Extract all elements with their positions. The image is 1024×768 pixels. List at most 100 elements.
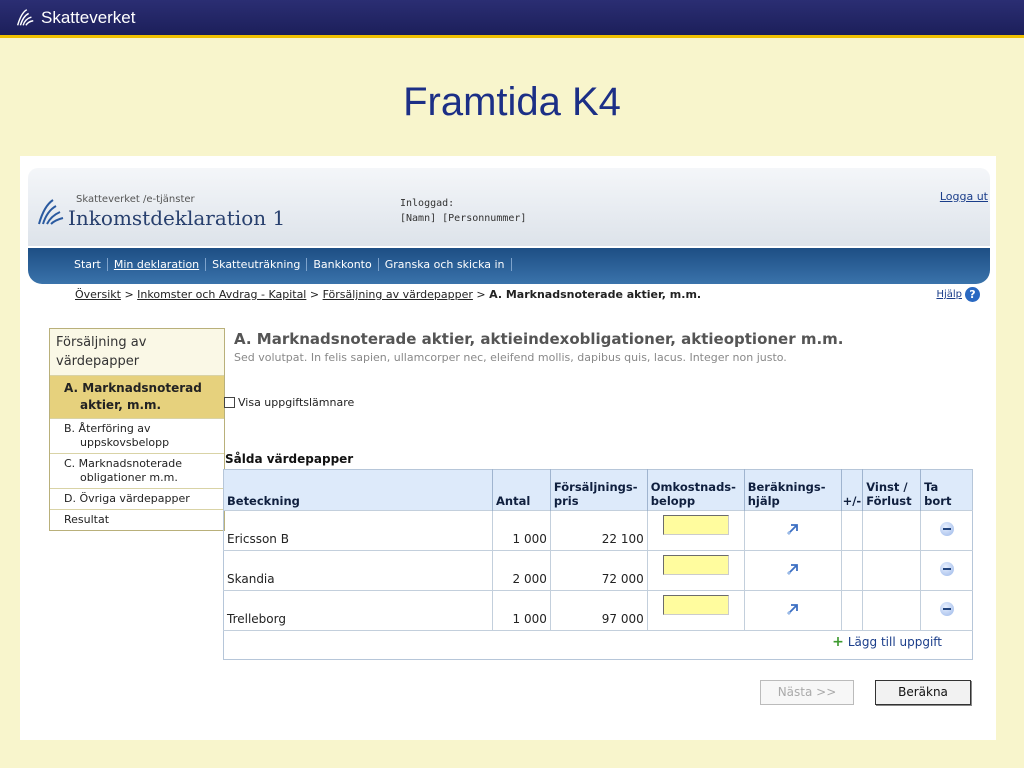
cell-antal: 1 000	[492, 590, 551, 631]
cell-pris: 22 100	[550, 510, 648, 551]
side-menu-item-line1: D. Övriga värdepapper	[64, 492, 190, 505]
logout-link[interactable]: Logga ut	[940, 190, 988, 203]
breadcrumb: Översikt > Inkomster och Avdrag - Kapita…	[75, 288, 701, 301]
cell-omkostnad	[647, 510, 745, 551]
cell-plusminus	[841, 550, 864, 591]
omkostnad-input[interactable]	[662, 595, 729, 615]
calculation-help-icon[interactable]	[785, 601, 801, 617]
cell-ta-bort	[920, 510, 973, 551]
app-screenshot: Skatteverket /e-tjänster Inkomstdeklarat…	[20, 156, 996, 740]
portal-label: Skatteverket /e-tjänster	[76, 194, 195, 205]
cell-berakningshjalp	[744, 510, 842, 551]
side-menu-item-line1: A. Marknadsnoterad	[64, 381, 202, 395]
logged-in-value: [Namn] [Personnummer]	[400, 213, 527, 224]
add-row: + Lägg till uppgift	[223, 630, 973, 660]
side-menu-item-line2: aktier, m.m.	[80, 398, 162, 412]
app-header: Skatteverket /e-tjänster Inkomstdeklarat…	[28, 168, 990, 246]
nav-item-bankkonto[interactable]: Bankkonto	[307, 258, 379, 271]
cell-pris: 97 000	[550, 590, 648, 631]
cell-omkostnad	[647, 550, 745, 591]
securities-table: Beteckning Antal Försäljnings- pris Omko…	[223, 469, 973, 660]
content-title: A. Marknadsnoterade aktier, aktieindexob…	[234, 330, 844, 348]
side-menu-item-a[interactable]: A. Marknadsnoterad aktier, m.m.	[50, 376, 224, 419]
col-header-plusminus: +/-	[841, 469, 864, 511]
breadcrumb-current: A. Marknadsnoterade aktier, m.m.	[489, 288, 702, 301]
cell-ta-bort	[920, 590, 973, 631]
help-label: Hjälp	[936, 289, 962, 300]
omkostnad-input[interactable]	[662, 515, 729, 535]
col-header-beteckning: Beteckning	[223, 469, 494, 511]
content-subtitle: Sed volutpat. In felis sapien, ullamcorp…	[234, 351, 787, 364]
col-header-omkostnad: Omkostnads- belopp	[647, 469, 745, 511]
skatteverket-emblem-icon	[16, 9, 34, 26]
remove-row-icon[interactable]	[939, 562, 954, 576]
omkostnad-input[interactable]	[662, 555, 729, 575]
col-header-pris: Försäljnings- pris	[550, 469, 648, 511]
nav-item-min-deklaration[interactable]: Min deklaration	[108, 258, 207, 271]
add-item-link[interactable]: + Lägg till uppgift	[832, 634, 942, 650]
remove-row-icon[interactable]	[939, 522, 954, 536]
breadcrumb-separator: >	[476, 288, 486, 301]
nav-item-start[interactable]: Start	[68, 258, 108, 271]
cell-plusminus	[841, 590, 864, 631]
section-title: Sålda värdepapper	[225, 452, 354, 466]
side-menu-heading: Försäljning av värdepapper	[50, 329, 224, 376]
side-menu-item-line2: uppskovsbelopp	[80, 436, 170, 449]
remove-row-icon[interactable]	[939, 602, 954, 616]
cell-berakningshjalp	[744, 550, 842, 591]
help-link[interactable]: Hjälp ?	[936, 287, 980, 302]
calculate-button[interactable]: Beräkna	[875, 680, 971, 705]
app-emblem-icon	[38, 199, 64, 225]
side-menu-item-c[interactable]: C. Marknadsnoterade obligationer m.m.	[50, 454, 224, 489]
nav-item-skatteutrakning[interactable]: Skatteuträkning	[206, 258, 308, 271]
side-menu-item-resultat[interactable]: Resultat	[50, 510, 224, 530]
side-menu-item-b[interactable]: B. Återföring av uppskovsbelopp	[50, 419, 224, 454]
table-header-row: Beteckning Antal Försäljnings- pris Omko…	[223, 469, 973, 511]
logged-in-label: Inloggad:	[400, 198, 455, 209]
table-row: Trelleborg 1 000 97 000	[223, 590, 973, 631]
checkbox-box[interactable]	[224, 397, 235, 408]
side-menu-item-line1: B. Återföring av	[64, 422, 151, 435]
brand-logo: Skatteverket	[14, 7, 136, 29]
help-icon: ?	[965, 287, 980, 302]
cell-plusminus	[841, 510, 864, 551]
cell-ta-bort	[920, 550, 973, 591]
cell-pris: 72 000	[550, 550, 648, 591]
cell-beteckning: Skandia	[223, 550, 494, 591]
calculation-help-icon[interactable]	[785, 561, 801, 577]
col-header-vinst: Vinst / Förlust	[862, 469, 922, 511]
cell-antal: 1 000	[492, 510, 551, 551]
side-menu-item-d[interactable]: D. Övriga värdepapper	[50, 489, 224, 510]
show-reporter-checkbox[interactable]: Visa uppgiftslämnare	[224, 396, 354, 409]
breadcrumb-link-oversikt[interactable]: Översikt	[75, 288, 121, 301]
plus-icon: +	[832, 634, 844, 650]
add-row-cell: + Lägg till uppgift	[223, 630, 973, 660]
slide-title: Framtida K4	[403, 80, 621, 124]
breadcrumb-separator: >	[309, 288, 320, 301]
cell-antal: 2 000	[492, 550, 551, 591]
cell-vinst	[862, 550, 922, 591]
table-row: Ericsson B 1 000 22 100	[223, 510, 973, 551]
next-button[interactable]: Nästa >>	[760, 680, 854, 705]
side-menu: Försäljning av värdepapper A. Marknadsno…	[49, 328, 225, 531]
nav-item-granska[interactable]: Granska och skicka in	[379, 258, 512, 271]
main-nav: Start Min deklaration Skatteuträkning Ba…	[28, 248, 990, 284]
app-name: Inkomstdeklaration 1	[68, 206, 286, 230]
breadcrumb-link-forsaljning[interactable]: Försäljning av värdepapper	[323, 288, 473, 301]
cell-omkostnad	[647, 590, 745, 631]
col-header-berakningshjalp: Beräknings- hjälp	[744, 469, 842, 511]
side-menu-item-line2: obligationer m.m.	[80, 471, 178, 484]
side-menu-item-line1: C. Marknadsnoterade	[64, 457, 183, 470]
slide-header: Skatteverket	[0, 0, 1024, 38]
cell-vinst	[862, 590, 922, 631]
col-header-antal: Antal	[492, 469, 551, 511]
cell-berakningshjalp	[744, 590, 842, 631]
checkbox-label: Visa uppgiftslämnare	[238, 396, 355, 409]
cell-vinst	[862, 510, 922, 551]
col-header-ta-bort: Ta bort	[920, 469, 973, 511]
add-item-label: Lägg till uppgift	[847, 635, 942, 649]
breadcrumb-separator: >	[124, 288, 134, 301]
side-menu-item-line1: Resultat	[64, 513, 110, 526]
breadcrumb-link-inkomster[interactable]: Inkomster och Avdrag - Kapital	[137, 288, 306, 301]
calculation-help-icon[interactable]	[785, 521, 801, 537]
